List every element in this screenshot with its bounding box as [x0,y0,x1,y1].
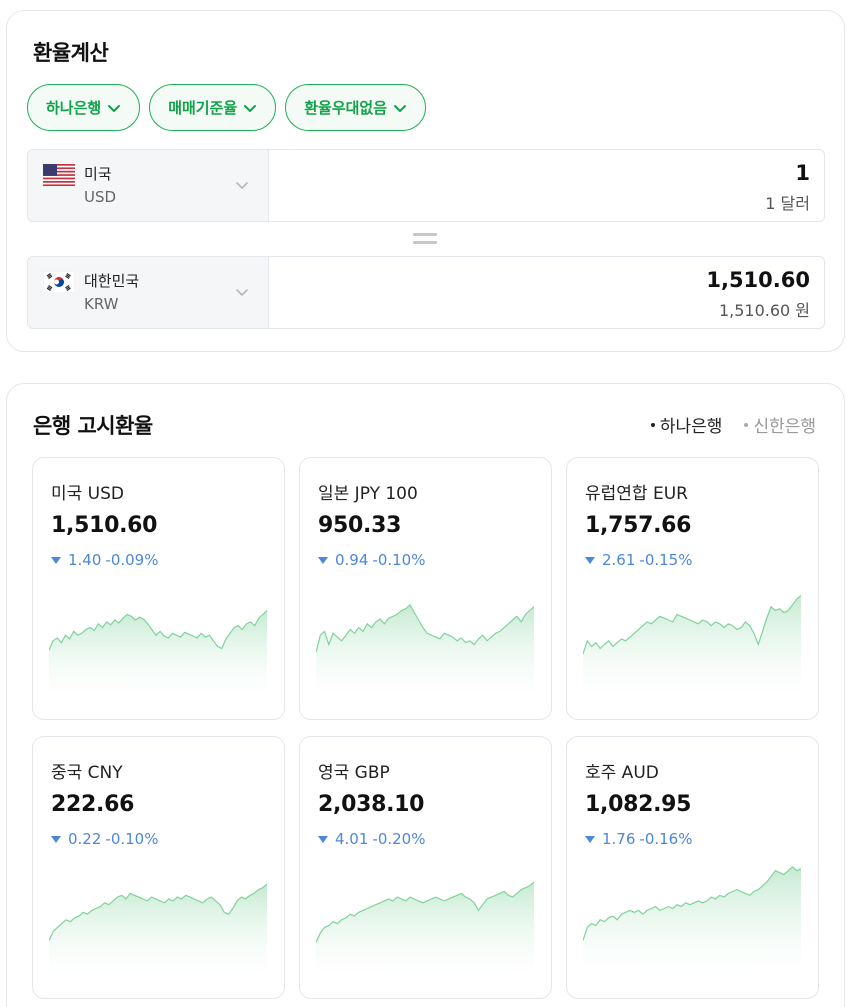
change-amount: 0.22 [68,830,102,848]
chip-label: 하나은행 [46,99,102,117]
trend-sparkline [49,883,267,977]
chevron-down-icon [394,104,407,112]
change-amount: 0.94 [335,551,369,569]
to-currency-code: KRW [84,295,119,313]
from-currency-select[interactable]: 미국 USD [28,150,269,221]
calculator-options: 하나은행 매매기준율 환율우대없음 [27,84,427,131]
currency-rate: 2,038.10 [318,792,425,817]
currency-rate: 1,510.60 [51,513,158,538]
currency-name: 유럽연합 EUR [585,484,688,504]
chevron-down-icon [236,182,248,189]
to-currency-row: 대한민국 KRW 1,510.60 1,510.60 원 [27,256,825,329]
trend-sparkline [583,595,801,698]
trend-sparkline [316,881,534,977]
rate-change: 2.61 -0.15% [585,551,692,569]
from-currency-row: 미국 USD 1 1 달러 [27,149,825,222]
bank-tab-label: 신한은행 [753,417,816,437]
currency-name: 중국 CNY [51,763,123,783]
equals-icon [413,233,437,245]
from-currency-code: USD [84,188,117,206]
exchange-calculator-panel: 환율계산 하나은행 매매기준율 환율우대없음 미국 USD 1 1 달러 대한민… [6,10,845,352]
change-percent: -0.20% [372,830,426,848]
from-amount-text: 1 달러 [765,194,810,213]
rate-change: 0.94 -0.10% [318,551,425,569]
to-currency-select[interactable]: 대한민국 KRW [28,257,269,328]
rate-cards-grid: 미국 USD 1,510.60 1.40 -0.09% 일본 JPY 100 9… [32,457,819,999]
down-triangle-icon [585,835,595,843]
currency-name: 미국 USD [51,484,125,504]
rate-card[interactable]: 일본 JPY 100 950.33 0.94 -0.10% [299,457,552,720]
currency-rate: 1,082.95 [585,792,692,817]
change-percent: -0.10% [372,551,426,569]
change-percent: -0.16% [639,830,693,848]
tab-shinhan-bank[interactable]: 신한은행 [744,412,816,437]
calculator-title: 환율계산 [33,41,109,65]
tab-hana-bank[interactable]: 하나은행 [650,412,723,437]
chevron-down-icon [236,289,248,296]
sparkline-area [49,883,267,977]
currency-rate: 950.33 [318,513,402,538]
bullet-icon [650,422,655,427]
rate-card[interactable]: 유럽연합 EUR 1,757.66 2.61 -0.15% [566,457,819,720]
rate-card[interactable]: 호주 AUD 1,082.95 1.76 -0.16% [566,736,819,999]
trend-sparkline [316,603,534,698]
preference-chip[interactable]: 환율우대없음 [285,84,427,131]
rate-type-chip[interactable]: 매매기준율 [149,84,277,131]
rate-card[interactable]: 미국 USD 1,510.60 1.40 -0.09% [32,457,285,720]
change-percent: -0.10% [105,830,159,848]
currency-rate: 1,757.66 [585,513,692,538]
to-amount-input[interactable]: 1,510.60 1,510.60 원 [269,257,824,328]
bank-rates-panel: 은행 고시환율 하나은행 신한은행 미국 USD 1,510.60 1.40 -… [6,383,845,1007]
chip-label: 환율우대없음 [304,99,388,117]
trend-sparkline [49,610,267,698]
change-amount: 1.76 [602,830,636,848]
from-country-name: 미국 [84,165,112,183]
down-triangle-icon [318,556,328,564]
rate-change: 0.22 -0.10% [51,830,158,848]
rates-title: 은행 고시환율 [33,414,153,438]
sparkline-area [583,595,801,698]
rate-change: 4.01 -0.20% [318,830,425,848]
sparkline-area [316,882,534,977]
korea-flag-icon [43,271,75,293]
change-percent: -0.15% [639,551,693,569]
bullet-icon [744,422,749,427]
trend-sparkline [583,866,801,977]
us-flag-icon [43,164,75,186]
sparkline-area [49,610,267,698]
chevron-down-icon [244,104,257,112]
to-amount-value: 1,510.60 [706,268,810,292]
currency-name: 일본 JPY 100 [318,484,418,504]
change-amount: 4.01 [335,830,369,848]
sparkline-area [583,866,801,977]
currency-name: 영국 GBP [318,763,390,783]
rate-card[interactable]: 영국 GBP 2,038.10 4.01 -0.20% [299,736,552,999]
chevron-down-icon [108,104,121,112]
rate-card[interactable]: 중국 CNY 222.66 0.22 -0.10% [32,736,285,999]
currency-rate: 222.66 [51,792,135,817]
sparkline-area [316,604,534,698]
down-triangle-icon [585,556,595,564]
change-amount: 1.40 [68,551,102,569]
down-triangle-icon [51,556,61,564]
change-amount: 2.61 [602,551,636,569]
bank-tabs: 하나은행 신한은행 [650,412,816,437]
bank-select-chip[interactable]: 하나은행 [27,84,141,131]
currency-name: 호주 AUD [585,763,659,783]
to-amount-text: 1,510.60 원 [718,301,810,320]
rate-change: 1.76 -0.16% [585,830,692,848]
rate-change: 1.40 -0.09% [51,551,158,569]
from-amount-input[interactable]: 1 1 달러 [269,150,824,221]
change-percent: -0.09% [105,551,159,569]
chip-label: 매매기준율 [168,99,238,117]
down-triangle-icon [318,835,328,843]
bank-tab-label: 하나은행 [659,417,723,437]
from-amount-value: 1 [795,161,810,185]
down-triangle-icon [51,835,61,843]
to-country-name: 대한민국 [84,272,140,290]
